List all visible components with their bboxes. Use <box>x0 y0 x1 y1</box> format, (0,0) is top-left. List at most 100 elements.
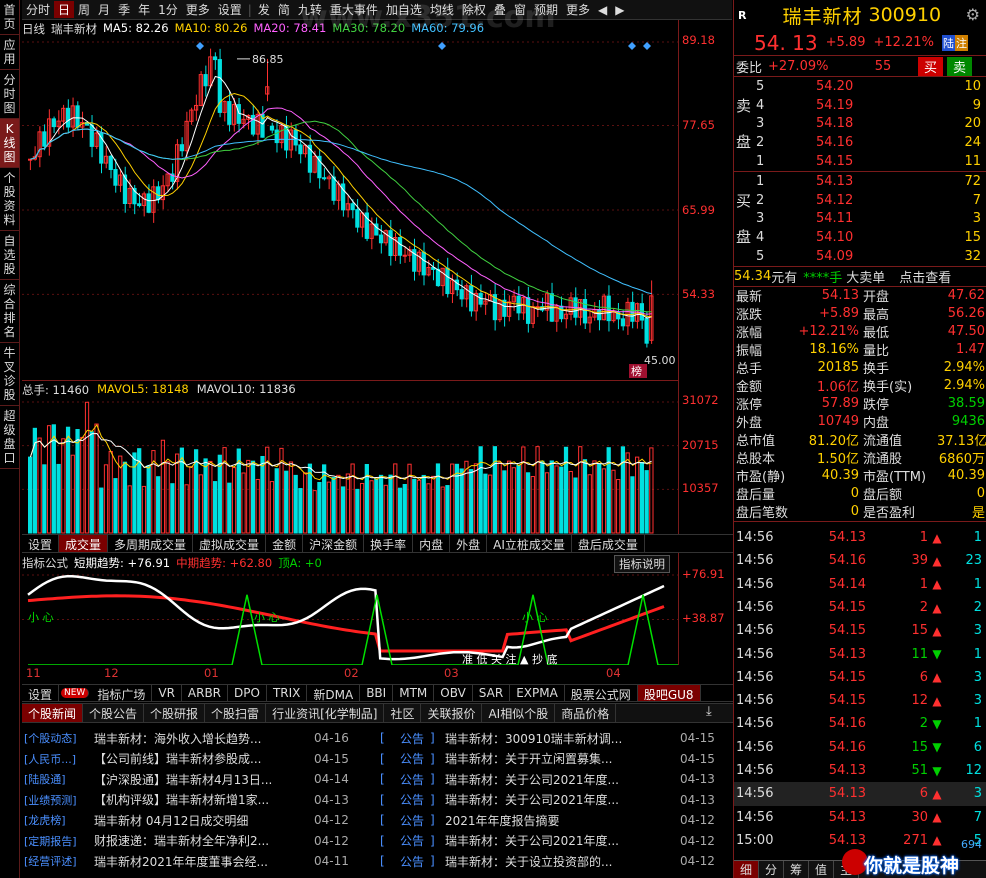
event-diamond-icon[interactable] <box>438 42 446 50</box>
tab[interactable]: BBI <box>360 685 394 701</box>
tab[interactable]: 新DMA <box>307 685 361 702</box>
tab[interactable]: 个股扫雷 <box>205 704 267 722</box>
news-row[interactable]: [公告] 瑞丰新材：关于开立闲置募集... 04-15 <box>380 749 730 770</box>
tab[interactable]: 换手率 <box>364 535 414 552</box>
tab[interactable]: 设置 <box>22 535 60 552</box>
toolbar-item[interactable]: 1分 <box>154 1 182 18</box>
stat-cell: 市盈(静) <box>736 470 786 486</box>
order-row[interactable]: 3 54.11 3 <box>734 210 986 229</box>
order-row[interactable]: 4 54.10 15 <box>734 228 986 247</box>
order-row[interactable]: 3 54.18 20 <box>734 115 986 134</box>
toolbar-item[interactable]: ◀ <box>594 3 611 17</box>
tab[interactable]: 股吧GU8 <box>637 685 701 702</box>
news-row[interactable]: [人民币...] 【公司前线】瑞丰新材参股成... 04-15 <box>24 749 376 770</box>
news-row[interactable]: [公告] 瑞丰新材：关于设立投资部的... 04-12 <box>380 851 730 872</box>
tab[interactable]: 指标广场 <box>91 685 153 702</box>
event-diamond-icon[interactable] <box>628 42 636 50</box>
news-row[interactable]: [公告] 2021年年度报告摘要 04-12 <box>380 810 730 831</box>
order-row[interactable]: 2 54.12 7 <box>734 191 986 210</box>
tab[interactable]: 设置 <box>22 685 60 702</box>
news-row[interactable]: [公告] 瑞丰新材：关于公司2021年度... 04-13 <box>380 790 730 811</box>
toolbar-item[interactable]: 简 <box>274 1 294 18</box>
tab[interactable]: MTM <box>393 685 435 701</box>
left-nav-item[interactable]: 综合排名 <box>0 280 19 343</box>
toolbar-item[interactable]: 月 <box>94 1 114 18</box>
bottom-tab[interactable]: 分 <box>759 861 785 878</box>
bottom-tab[interactable]: 细 <box>734 861 760 878</box>
tab[interactable]: EXPMA <box>510 685 565 701</box>
toolbar-item[interactable]: 更多 <box>182 1 214 18</box>
tab[interactable]: VR <box>152 685 182 701</box>
order-row[interactable]: 5 54.09 32 <box>734 247 986 266</box>
tab[interactable]: 盘后成交量 <box>572 535 645 552</box>
toolbar-item[interactable]: 发 <box>254 1 274 18</box>
order-row[interactable]: 2 54.16 24 <box>734 133 986 152</box>
toolbar-item[interactable]: ▶ <box>611 3 628 17</box>
tab[interactable]: 成交量 <box>59 535 109 552</box>
collapse-icon[interactable]: ⤓ <box>706 704 712 719</box>
tab[interactable]: SAR <box>473 685 511 701</box>
news-row[interactable]: [龙虎榜] 瑞丰新材 04月12日成交明细 04-12 <box>24 810 376 831</box>
event-diamond-icon[interactable] <box>196 42 204 50</box>
order-row[interactable]: 1 54.13 72 <box>734 172 986 191</box>
toolbar-item[interactable]: 年 <box>134 1 154 18</box>
news-row[interactable]: [陆股通] 【沪深股通】瑞丰新材4月13日... 04-14 <box>24 769 376 790</box>
tab[interactable]: TRIX <box>267 685 308 701</box>
tab[interactable]: ARBR <box>182 685 229 701</box>
tab[interactable]: 多周期成交量 <box>108 535 194 552</box>
tab[interactable]: 行业资讯[化学制品] <box>266 704 385 722</box>
left-nav-item[interactable]: 应用 <box>0 35 19 70</box>
left-nav-item[interactable]: 个股资料 <box>0 168 19 231</box>
toolbar-item[interactable]: 季 <box>114 1 134 18</box>
tab[interactable]: 金额 <box>266 535 304 552</box>
toolbar-item[interactable]: 日 <box>54 1 75 18</box>
news-row[interactable]: [公告] 瑞丰新材：300910瑞丰新材调... 04-15 <box>380 728 730 749</box>
tab[interactable]: 个股研报 <box>144 704 206 722</box>
buy-button[interactable]: 买 <box>918 56 944 76</box>
tab[interactable]: NEW <box>61 688 90 698</box>
order-row[interactable]: 5 54.20 10 <box>734 77 986 96</box>
news-row[interactable]: [定期报告] 财报速递：瑞丰新材全年净利2... 04-12 <box>24 831 376 852</box>
left-nav-item[interactable]: K线图 <box>0 119 19 168</box>
left-nav-item[interactable]: 牛叉诊股 <box>0 343 19 406</box>
left-nav-item[interactable]: 首页 <box>0 0 19 35</box>
left-nav-item[interactable]: 分时图 <box>0 70 19 119</box>
order-row[interactable]: 4 54.19 9 <box>734 96 986 115</box>
order-row[interactable]: 1 54.15 11 <box>734 152 986 171</box>
tab[interactable]: 虚拟成交量 <box>193 535 267 552</box>
left-nav-item[interactable]: 自选股 <box>0 231 19 280</box>
tab[interactable]: 股票公式网 <box>565 685 638 702</box>
news-row[interactable]: [经营评述] 瑞丰新材2021年年度董事会经... 04-11 <box>24 851 376 872</box>
tab[interactable]: 外盘 <box>450 535 488 552</box>
tab[interactable]: 商品价格 <box>555 704 617 722</box>
event-diamond-icon[interactable] <box>643 42 651 50</box>
bottom-tab[interactable]: 筹 <box>784 861 810 878</box>
bottom-tab[interactable]: 值 <box>809 861 835 878</box>
volume-bar <box>208 460 213 534</box>
tab[interactable]: 个股公告 <box>83 704 145 722</box>
tab[interactable]: AI相似个股 <box>482 704 556 722</box>
gear-icon[interactable]: ⚙ <box>966 5 980 24</box>
news-row[interactable]: [公告] 瑞丰新材：关于公司2021年度... 04-12 <box>380 831 730 852</box>
tab[interactable]: 个股新闻 <box>22 704 84 722</box>
tab[interactable]: 关联报价 <box>421 704 483 722</box>
news-row[interactable]: [业绩预测] 【机构评级】瑞丰新材新增1家... 04-13 <box>24 790 376 811</box>
toolbar-item[interactable]: 周 <box>74 1 94 18</box>
tab[interactable]: OBV <box>434 685 473 701</box>
toolbar-item[interactable]: 设置 <box>214 1 246 18</box>
tab[interactable]: AI立桩成交量 <box>487 535 572 552</box>
left-nav-item[interactable]: 超级盘口 <box>0 406 19 469</box>
indicator-chart[interactable]: 小 心 小 心 小 心准 低 关 注 ▲ 抄 底 <box>22 553 678 665</box>
toolbar-item[interactable]: 更多 <box>562 1 594 18</box>
candlestick-chart[interactable]: 86.85 45.00榜 <box>22 20 678 380</box>
tab[interactable]: 沪深金额 <box>303 535 365 552</box>
sell-button[interactable]: 卖 <box>947 56 973 76</box>
news-row[interactable]: [公告] 瑞丰新材：关于公司2021年度... 04-13 <box>380 769 730 790</box>
news-row[interactable]: [个股动态] 瑞丰新材：海外收入增长趋势... 04-16 <box>24 728 376 749</box>
check-link[interactable]: 点击查看 <box>899 267 951 286</box>
tab[interactable]: 社区 <box>384 704 422 722</box>
toolbar-item[interactable]: 分时 <box>22 1 54 18</box>
volume-chart[interactable] <box>22 380 678 534</box>
tab[interactable]: 内盘 <box>413 535 451 552</box>
tab[interactable]: DPO <box>228 685 267 701</box>
